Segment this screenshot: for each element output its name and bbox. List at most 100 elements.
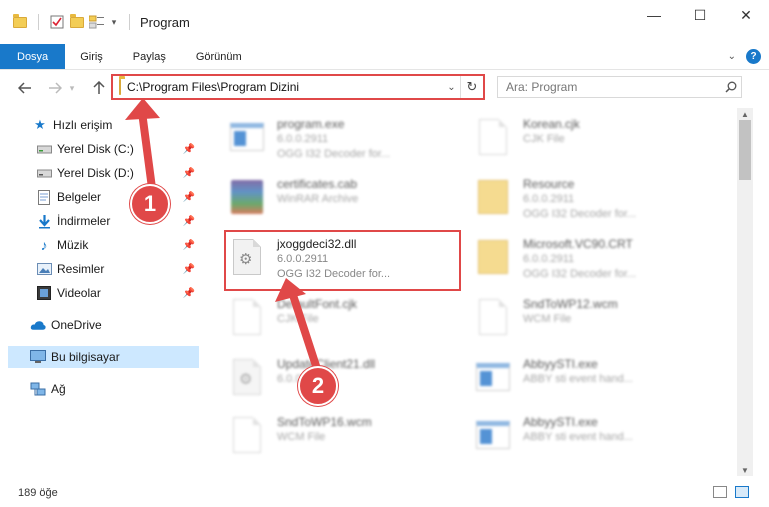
list-item[interactable]: AbbyySTI.exe ABBY sti event hand...: [473, 354, 713, 414]
pin-icon[interactable]: 📌: [183, 240, 195, 251]
address-dropdown-icon[interactable]: ⌄: [443, 76, 461, 98]
search-icon[interactable]: [721, 81, 741, 93]
step-badge-2: 2: [298, 366, 338, 406]
address-path[interactable]: C:\Program Files\Program Dizini: [127, 80, 443, 94]
large-icons-view-icon[interactable]: [735, 486, 749, 498]
nav-label: Belgeler: [57, 190, 102, 204]
nav-item-documents[interactable]: Belgeler 📌: [0, 186, 200, 208]
computer-icon: [30, 349, 46, 365]
details-view-icon[interactable]: [713, 486, 727, 498]
item-count: 189 öğe: [18, 486, 58, 499]
pin-icon[interactable]: 📌: [183, 192, 195, 203]
search-input[interactable]: Ara: Program: [498, 80, 721, 94]
up-button[interactable]: [88, 77, 110, 99]
pin-icon[interactable]: 📌: [183, 144, 195, 155]
back-button[interactable]: [14, 77, 36, 99]
back-arrow-icon: [18, 82, 31, 94]
nav-item-videos[interactable]: Videolar 📌: [0, 282, 200, 304]
network-icon: [30, 381, 46, 397]
nav-item-pictures[interactable]: Resimler 📌: [0, 258, 200, 280]
nav-label: Videolar: [57, 286, 101, 300]
nav-item-this-pc[interactable]: Bu bilgisayar: [8, 346, 199, 368]
file-detail: CJK File: [277, 313, 319, 325]
list-item[interactable]: program.exe 6.0.0.2911 OGG I32 Decoder f…: [227, 114, 467, 174]
exe-icon: [227, 114, 267, 160]
file-detail: 6.0.0.2911: [523, 253, 575, 265]
nav-item-music[interactable]: ♪ Müzik 📌: [0, 234, 200, 256]
help-icon[interactable]: ?: [746, 49, 761, 64]
list-item[interactable]: ⚙ UpdateClient21.dll 6.0.0.2911: [227, 354, 467, 414]
file-detail: 6.0.0.2911: [277, 133, 329, 145]
vertical-scrollbar[interactable]: ▲ ▼: [737, 108, 753, 476]
nav-item-quick-access[interactable]: ★ Hızlı erişim: [0, 114, 200, 136]
navigation-pane: ★ Hızlı erişim Yerel Disk (C:) 📌 Yerel D…: [0, 108, 200, 476]
file-detail: ABBY sti event hand...: [523, 431, 633, 443]
nav-label: OneDrive: [51, 318, 102, 332]
pin-icon[interactable]: 📌: [183, 168, 195, 179]
tab-share[interactable]: Paylaş: [118, 44, 181, 69]
pin-icon[interactable]: 📌: [183, 288, 195, 299]
file-detail: OGG I32 Decoder for...: [277, 148, 391, 160]
forward-button[interactable]: [44, 77, 66, 99]
maximize-button[interactable]: ☐: [677, 0, 723, 30]
tab-home[interactable]: Giriş: [65, 44, 118, 69]
nav-label: Yerel Disk (C:): [57, 142, 134, 156]
file-detail: OGG I32 Decoder for...: [523, 268, 637, 280]
expand-ribbon-icon[interactable]: ⌄: [728, 51, 736, 62]
recent-locations-button[interactable]: ▾: [66, 77, 78, 99]
list-item[interactable]: certificates.cab WinRAR Archive: [227, 174, 467, 234]
minimize-button[interactable]: —: [631, 0, 677, 30]
scroll-down-icon[interactable]: ▼: [737, 464, 753, 476]
list-item[interactable]: Korean.cjk CJK File: [473, 114, 713, 174]
file-detail: WCM File: [277, 431, 326, 443]
search-box[interactable]: Ara: Program: [497, 76, 742, 98]
pin-icon[interactable]: 📌: [183, 216, 195, 227]
highlight-box: [224, 230, 461, 291]
file-name: certificates.cab: [277, 177, 358, 191]
folder-icon: [12, 13, 28, 30]
view-options-icon[interactable]: [89, 14, 105, 30]
address-row: ▾ C:\Program Files\Program Dizini ⌄ ↻ Ar…: [0, 70, 769, 106]
winrar-icon: [227, 174, 267, 220]
list-item[interactable]: Resource 6.0.0.2911 OGG I32 Decoder for.…: [473, 174, 713, 234]
close-button[interactable]: ✕: [723, 0, 769, 30]
list-item[interactable]: SndToWP12.wcm WCM File: [473, 294, 713, 354]
file-icon: [473, 114, 513, 160]
new-folder-icon[interactable]: [69, 13, 85, 30]
scroll-thumb[interactable]: [739, 120, 751, 180]
file-detail: OGG I32 Decoder for...: [523, 208, 637, 220]
nav-item-onedrive[interactable]: OneDrive: [0, 314, 200, 336]
nav-label: Yerel Disk (D:): [57, 166, 134, 180]
properties-icon[interactable]: [49, 14, 65, 30]
tab-file[interactable]: Dosya: [0, 44, 66, 69]
file-name: SndToWP16.wcm: [277, 415, 372, 429]
file-name: SndToWP12.wcm: [523, 297, 618, 311]
list-item[interactable]: Microsoft.VC90.CRT 6.0.0.2911 OGG I32 De…: [473, 234, 713, 294]
refresh-icon[interactable]: ↻: [461, 79, 483, 95]
nav-item-local-disk-c[interactable]: Yerel Disk (C:) 📌: [0, 138, 200, 160]
list-item[interactable]: AbbyySTI.exe ABBY sti event hand...: [473, 412, 713, 472]
pin-icon[interactable]: 📌: [183, 264, 195, 275]
file-icon: [227, 294, 267, 340]
file-detail: 6.0.0.2911: [523, 193, 575, 205]
separator: [129, 14, 130, 30]
nav-label: Bu bilgisayar: [51, 350, 120, 364]
file-list: program.exe 6.0.0.2911 OGG I32 Decoder f…: [215, 108, 737, 476]
file-detail: WinRAR Archive: [277, 193, 359, 205]
scroll-up-icon[interactable]: ▲: [737, 108, 753, 120]
up-arrow-icon: [93, 81, 105, 94]
nav-item-downloads[interactable]: İndirmeler 📌: [0, 210, 200, 232]
customize-chevron-icon[interactable]: ▾: [109, 14, 119, 30]
file-icon: [473, 294, 513, 340]
drive-icon: [36, 165, 52, 181]
nav-item-local-disk-d[interactable]: Yerel Disk (D:) 📌: [0, 162, 200, 184]
list-item[interactable]: SndToWP16.wcm WCM File: [227, 412, 467, 472]
dll-icon: ⚙: [227, 354, 267, 400]
list-item[interactable]: DefaultFont.cjk CJK File: [227, 294, 467, 354]
ribbon-tabs: Dosya Giriş Paylaş Görünüm ⌄ ?: [0, 44, 769, 70]
address-bar[interactable]: C:\Program Files\Program Dizini ⌄ ↻: [111, 74, 485, 100]
nav-item-network[interactable]: Ağ: [0, 378, 200, 400]
documents-icon: [36, 189, 52, 205]
tab-view[interactable]: Görünüm: [181, 44, 257, 69]
file-detail: WCM File: [523, 313, 572, 325]
